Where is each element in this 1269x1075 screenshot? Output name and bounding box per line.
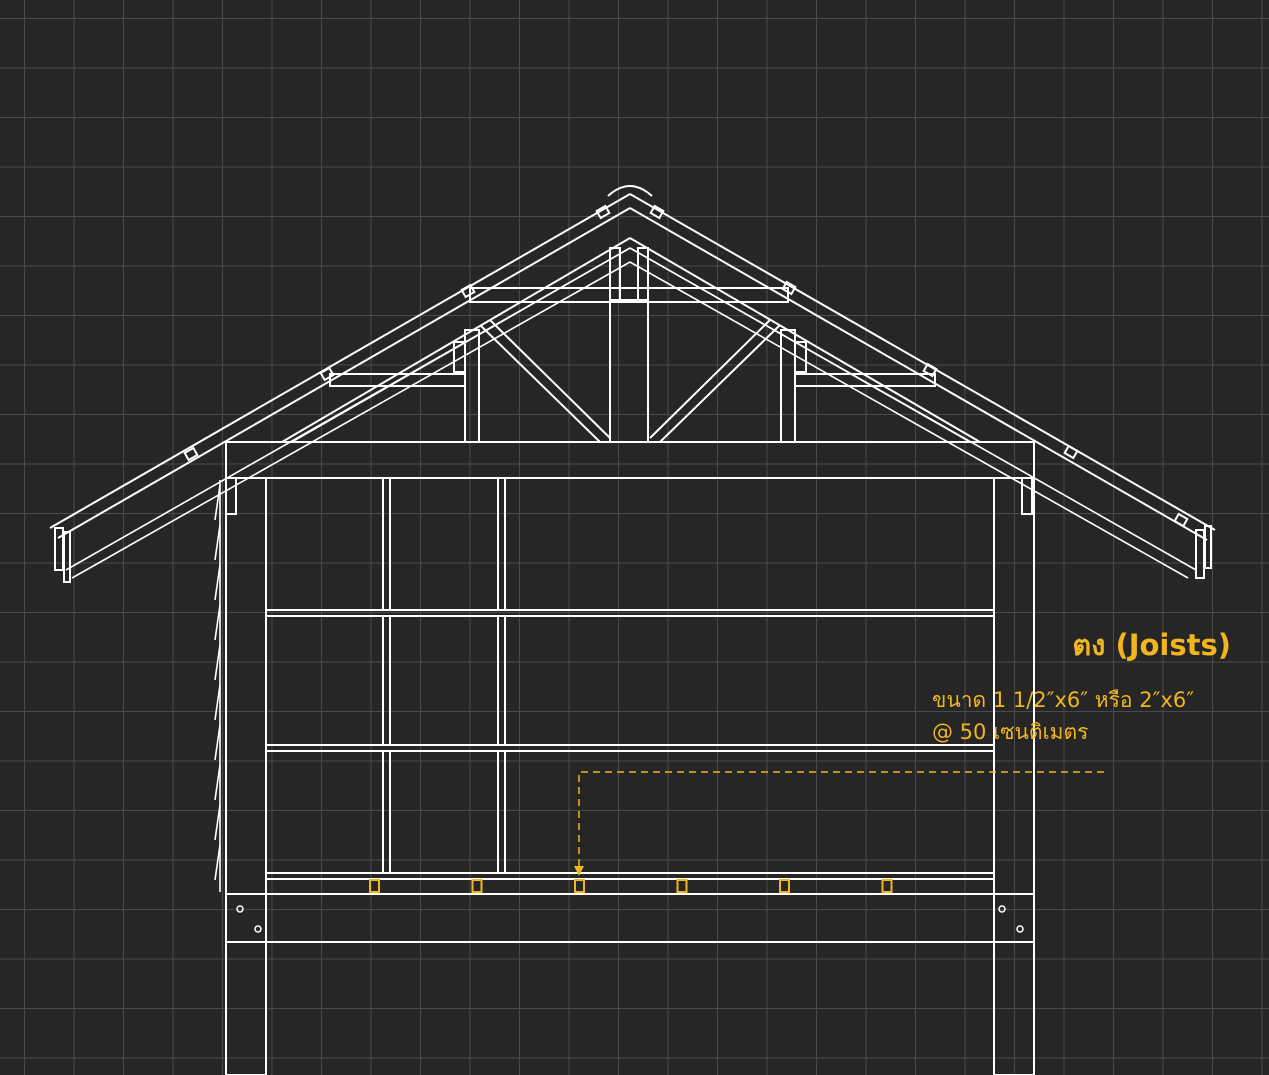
wall-framing (265, 477, 995, 880)
joist-section (881, 879, 893, 893)
joist-leader-line (574, 771, 1104, 876)
joist-size-text: ขนาด 1 1/2″x6″ หรือ 2″x6″ (932, 688, 1195, 712)
posts (225, 477, 1035, 1075)
wall-siding (214, 480, 221, 892)
roof (49, 185, 1216, 583)
joist-section (779, 879, 790, 893)
joists (369, 879, 893, 893)
drawing-canvas: ตง (Joists) ขนาด 1 1/2″x6″ หรือ 2″x6″ @ … (0, 0, 1269, 1075)
joist-section (369, 879, 380, 893)
joist-spacing-text: @ 50 เซนติเมตร (932, 720, 1089, 744)
joist-callout-title: ตง (Joists) (1072, 628, 1231, 662)
floor-beam (225, 893, 1035, 943)
house-section-drawing (49, 185, 1216, 1075)
joist-section (574, 879, 585, 893)
joist-section (471, 879, 483, 893)
leader-arrowhead (574, 866, 584, 876)
roof-truss (281, 237, 981, 443)
top-beam (225, 441, 1035, 515)
joist-section (676, 879, 688, 893)
